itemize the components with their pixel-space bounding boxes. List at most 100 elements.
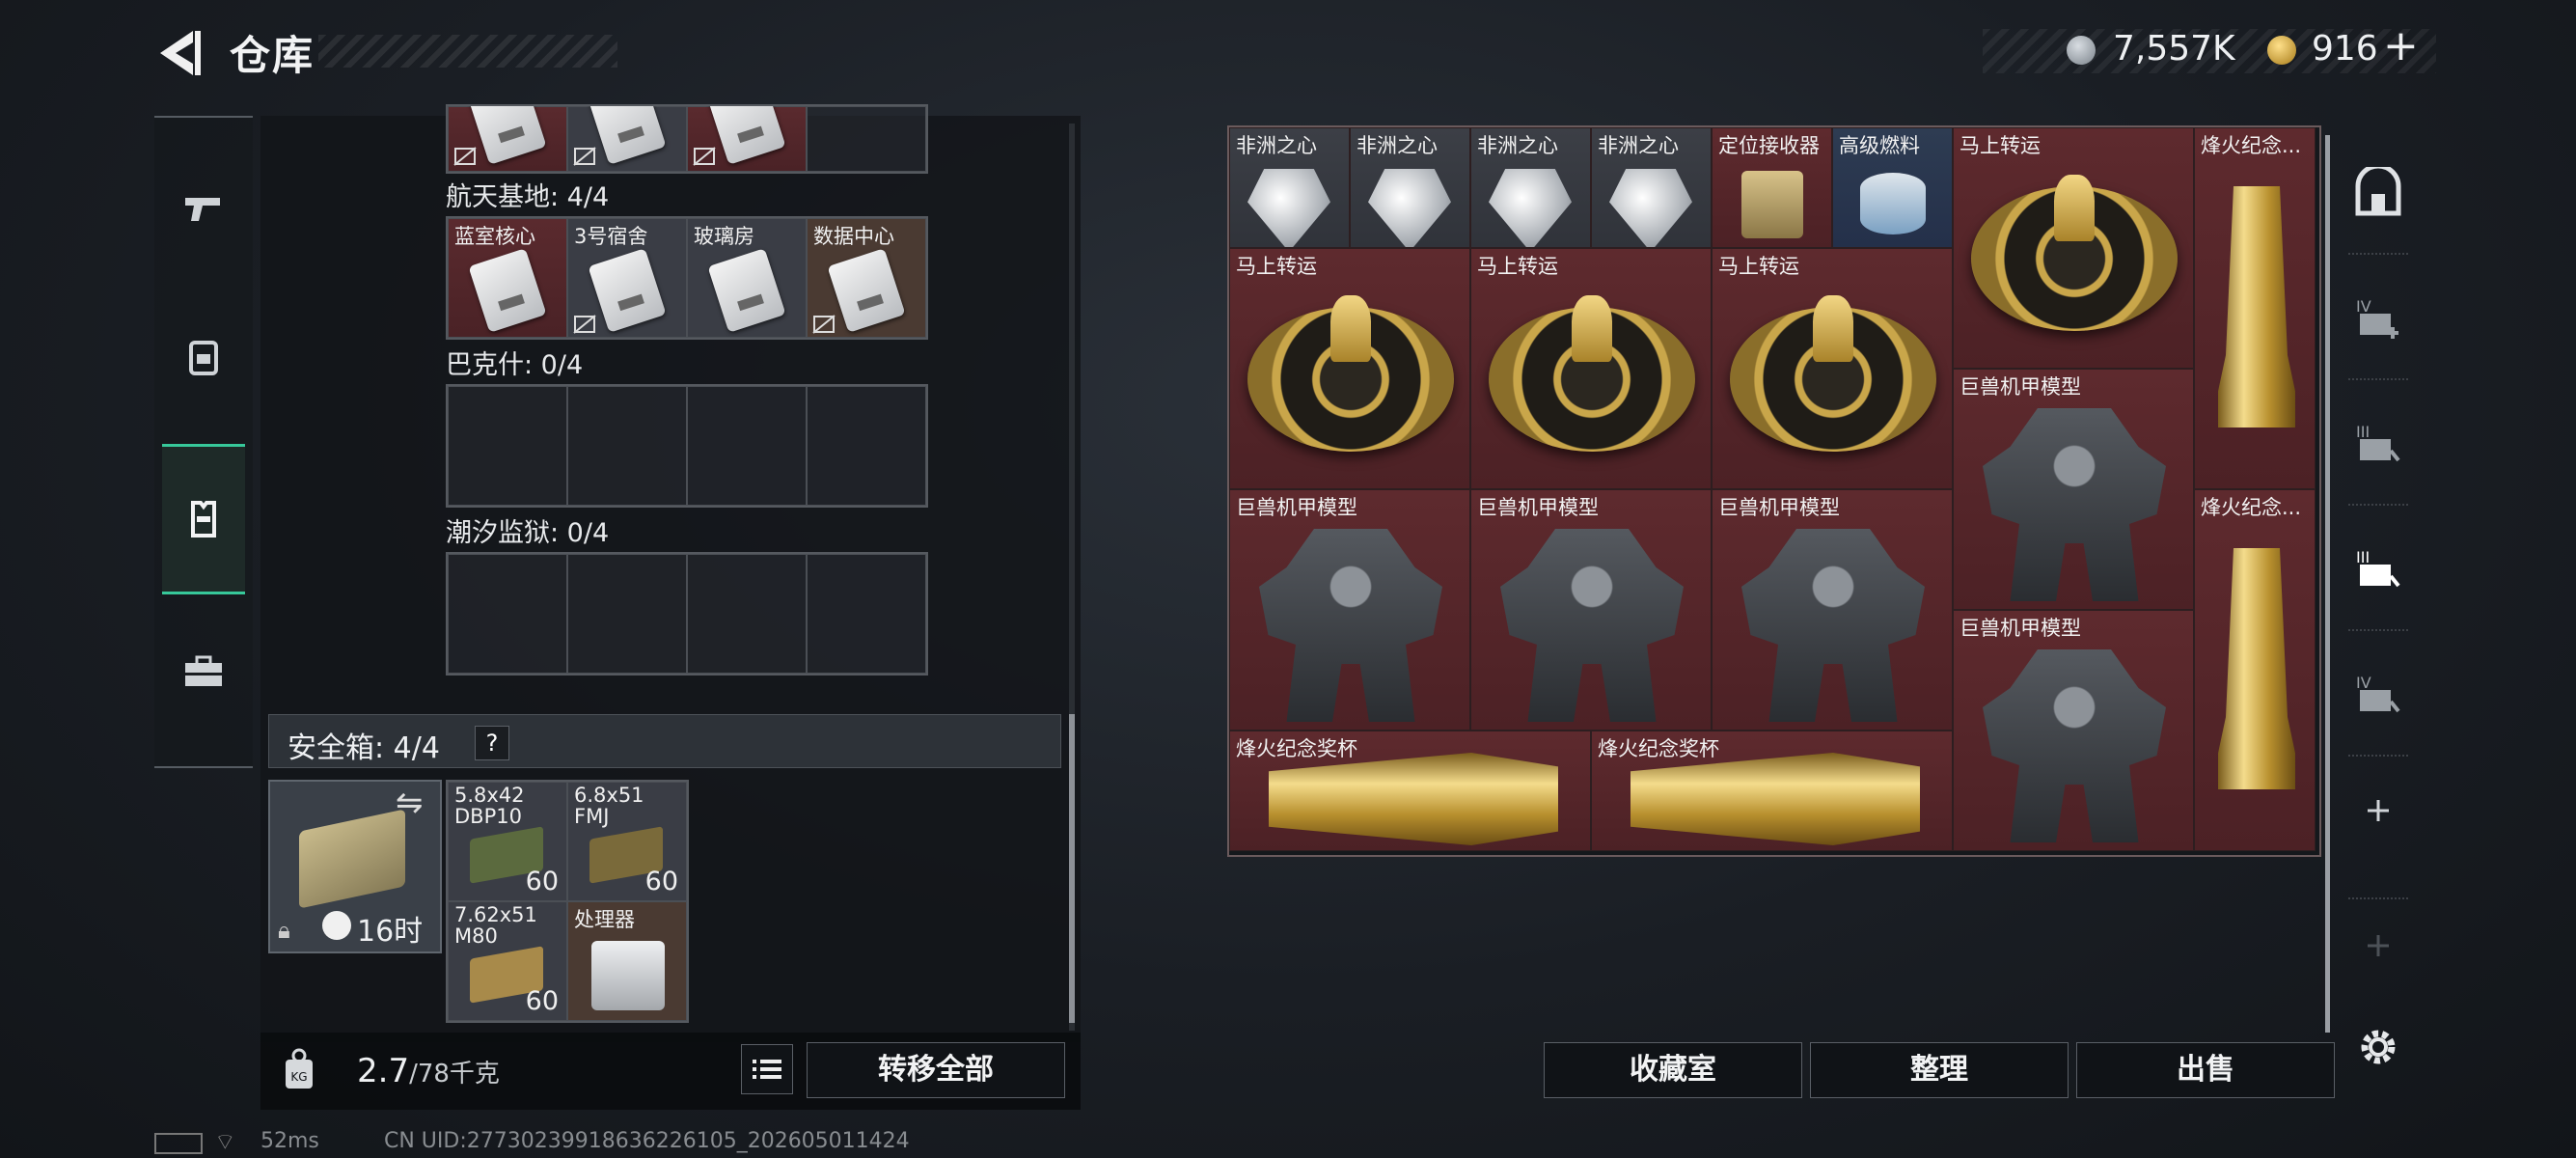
item-label: 烽火纪念...: [2201, 496, 2302, 519]
grid-slot[interactable]: 蓝室核心: [448, 218, 567, 338]
ammo-slot[interactable]: 6.8x51 FMJ 60: [567, 782, 687, 901]
ammo-count: 60: [644, 867, 678, 896]
item-label: 马上转运: [1718, 255, 1799, 278]
safe-case-icon: [299, 809, 405, 909]
vault-item-large[interactable]: 巨兽机甲模型: [1953, 369, 2194, 610]
separator: [2348, 378, 2408, 380]
grid-slot[interactable]: [567, 106, 687, 172]
vault-item-tall[interactable]: 烽火纪念...: [2194, 489, 2316, 851]
trophy-icon: [2218, 186, 2295, 427]
vault-item[interactable]: 非洲之心: [1470, 127, 1591, 248]
grid-slot[interactable]: 玻璃房: [687, 218, 807, 338]
sell-button[interactable]: 出售: [2076, 1042, 2335, 1098]
item-label: 巨兽机甲模型: [1477, 496, 1599, 519]
vault-item-large[interactable]: 马上转运: [1229, 248, 1470, 489]
mech-model-icon: [1500, 529, 1684, 722]
vault-item-large[interactable]: 马上转运: [1470, 248, 1712, 489]
nav-vest[interactable]: [162, 444, 245, 594]
swap-icon[interactable]: ⇋: [396, 784, 424, 822]
vault-item[interactable]: 非洲之心: [1350, 127, 1470, 248]
vault-item-tall[interactable]: 烽火纪念...: [2194, 127, 2316, 489]
grid-slot-empty[interactable]: [687, 386, 807, 506]
mech-model-icon: [1259, 529, 1442, 722]
bakersh-grid: [446, 384, 928, 508]
vault-item[interactable]: 定位接收器: [1712, 127, 1832, 248]
grid-slot-empty[interactable]: [567, 386, 687, 506]
transfer-all-button[interactable]: 转移全部: [807, 1042, 1065, 1098]
keycard-icon: [588, 248, 667, 333]
title-decoration: [318, 35, 617, 68]
vault-item[interactable]: 高级燃料: [1832, 127, 1953, 248]
collection-room-button[interactable]: 收藏室: [1544, 1042, 1802, 1098]
grid-slot-empty[interactable]: [807, 554, 926, 674]
grid-slot-empty[interactable]: [448, 386, 567, 506]
weight-max: /78千克: [409, 1060, 500, 1089]
item-label: 巨兽机甲模型: [1236, 496, 1357, 519]
vault-item-wide[interactable]: 烽火纪念奖杯: [1229, 731, 1591, 851]
ammo-slot[interactable]: 5.8x42 DBP10 60: [448, 782, 567, 901]
safe-box-grid: 5.8x42 DBP10 60 6.8x51 FMJ 60 7.62x51 M8…: [446, 780, 689, 1023]
grid-slot-empty[interactable]: [687, 554, 807, 674]
item-label: 非洲之心: [1357, 134, 1438, 157]
slot-label: 7.62x51 M80: [454, 903, 537, 948]
nav-toolbox[interactable]: [162, 621, 245, 722]
silver-coin-icon: [2067, 36, 2096, 65]
vault-item-large[interactable]: 巨兽机甲模型: [1470, 489, 1712, 731]
slot-label: 玻璃房: [694, 225, 754, 248]
item-label: 巨兽机甲模型: [1959, 375, 2081, 399]
keycard-icon: [468, 106, 547, 165]
vault-item-large[interactable]: 马上转运: [1712, 248, 1953, 489]
grid-slot-empty[interactable]: [807, 106, 926, 172]
vault-item[interactable]: 非洲之心: [1229, 127, 1350, 248]
add-tab-button[interactable]: [2335, 772, 2422, 849]
grid-slot-empty[interactable]: [807, 386, 926, 506]
weight-value: 2.7: [357, 1052, 410, 1090]
grid-slot-empty[interactable]: [448, 554, 567, 674]
vault-item[interactable]: 非洲之心: [1591, 127, 1712, 248]
plus-icon: [2368, 800, 2389, 821]
diamond-icon: [1609, 169, 1692, 247]
help-button[interactable]: ?: [475, 726, 509, 760]
list-view-button[interactable]: [741, 1044, 793, 1094]
vest-icon: [191, 501, 216, 538]
storage-iii-icon: III: [2356, 423, 2400, 462]
vault-item-large[interactable]: 巨兽机甲模型: [1953, 610, 2194, 851]
vault-item-wide[interactable]: 烽火纪念奖杯: [1591, 731, 1953, 851]
vault-item-large[interactable]: 巨兽机甲模型: [1712, 489, 1953, 731]
grid-slot[interactable]: [687, 106, 807, 172]
diamond-icon: [1489, 169, 1572, 247]
grid-slot[interactable]: 3号宿舍: [567, 218, 687, 338]
vault-tab-iv-add[interactable]: IV: [2335, 261, 2422, 376]
grid-slot-empty[interactable]: [567, 554, 687, 674]
slot-label: 6.8x51 FMJ: [574, 784, 644, 828]
item-label: 定位接收器: [1718, 134, 1820, 157]
item-label: 烽火纪念奖杯: [1598, 737, 1719, 760]
vault-tab-home[interactable]: [2335, 135, 2422, 251]
nav-weapons[interactable]: [162, 156, 245, 257]
vault-item-large[interactable]: 马上转运: [1953, 127, 2194, 369]
vault-tab-iii-b[interactable]: III: [2335, 511, 2422, 627]
nav-backpack[interactable]: [162, 307, 245, 407]
safe-box-timer: 16时: [357, 915, 424, 949]
section-title-tide-prison: 潮汐监狱: 0/4: [446, 518, 610, 548]
item-label: 非洲之心: [1477, 134, 1558, 157]
processor-slot[interactable]: 处理器: [567, 901, 687, 1021]
back-button[interactable]: [154, 27, 203, 79]
keycard-icon: [707, 248, 786, 333]
grid-slot[interactable]: 数据中心: [807, 218, 926, 338]
vault-tab-iii-a[interactable]: III: [2335, 386, 2422, 502]
clock-icon: [322, 911, 351, 940]
grid-slot[interactable]: [448, 106, 567, 172]
svg-text:III: III: [2356, 423, 2370, 441]
gear-icon[interactable]: [2354, 1023, 2402, 1071]
add-tab-button-disabled[interactable]: [2335, 907, 2422, 984]
safe-box-title: 安全箱: 4/4: [288, 731, 440, 765]
ammo-slot[interactable]: 7.62x51 M80 60: [448, 901, 567, 1021]
sort-button[interactable]: 整理: [1810, 1042, 2069, 1098]
vault-tab-iv-b[interactable]: IV: [2335, 637, 2422, 753]
vault-scrollbar[interactable]: [2325, 135, 2330, 1033]
storage-scroll-thumb[interactable]: [1069, 714, 1075, 1023]
add-storage-iv-icon: IV: [2356, 297, 2398, 339]
vault-item-large[interactable]: 巨兽机甲模型: [1229, 489, 1470, 731]
add-currency-button[interactable]: +: [2383, 21, 2419, 70]
